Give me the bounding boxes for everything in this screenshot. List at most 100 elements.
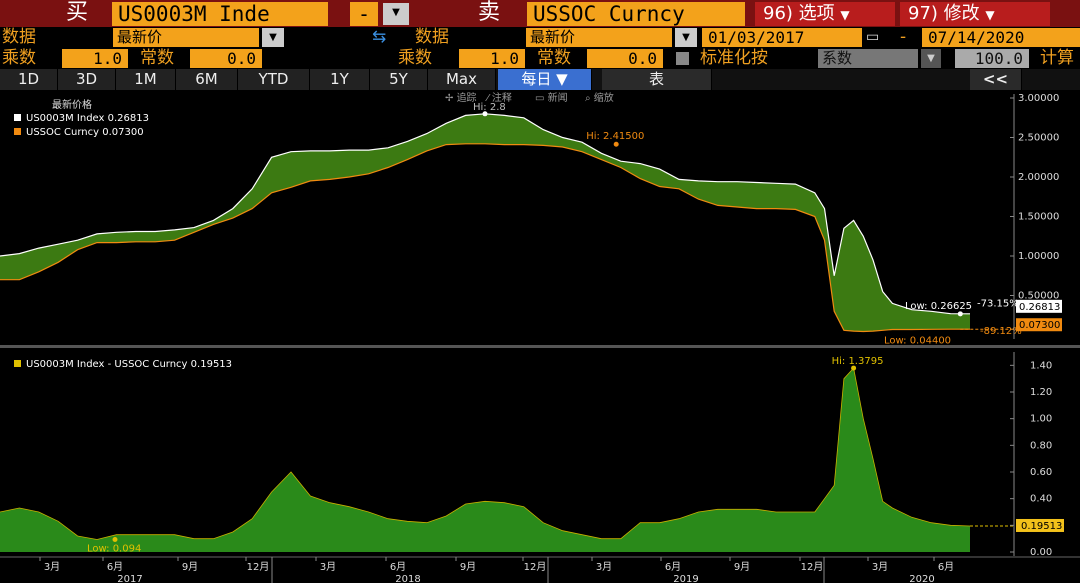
lower-tick-label: 0.80: [1030, 440, 1052, 451]
upper-tick-label: 1.50000: [1018, 212, 1059, 223]
data-dropdown-right-icon[interactable]: ▼: [675, 28, 697, 47]
x-month-label: 9月: [182, 561, 198, 573]
frequency-select[interactable]: 每日 ▼: [498, 69, 592, 90]
tab-ytd[interactable]: YTD: [238, 69, 310, 90]
lower-tick-label: 0.60: [1030, 467, 1052, 478]
x-year-label: 2017: [117, 574, 142, 583]
mult-input-right[interactable]: 1.0: [459, 49, 525, 68]
const-label-right: 常数: [537, 48, 571, 68]
x-month-label: 9月: [460, 561, 476, 573]
operator-dropdown-icon[interactable]: ▼: [383, 3, 409, 25]
low-label-orange: Low: 0.04400: [884, 336, 951, 347]
buy-ticker-input[interactable]: US0003M Inde: [112, 2, 328, 26]
news-tool[interactable]: ▭ 新闻: [535, 91, 568, 104]
normalize-label: 标准化按: [700, 48, 768, 68]
mult-label-left: 乘数: [2, 48, 36, 68]
sell-ticker-input[interactable]: USSOC Curncy: [527, 2, 745, 26]
tab-1d[interactable]: 1D: [0, 69, 58, 90]
x-month-label: 9月: [734, 561, 750, 573]
x-month-label: 3月: [320, 561, 336, 573]
hi-marker-orange: [613, 141, 619, 147]
lower-plot: Hi: 1.3795 Low: 0.094: [0, 356, 1014, 554]
normalize-dropdown-icon[interactable]: ▼: [921, 49, 941, 68]
calendar-icon[interactable]: ▭: [866, 28, 879, 47]
lower-tick-label: 1.40: [1030, 360, 1052, 371]
lower-tick-label: 1.20: [1030, 387, 1052, 398]
x-month-label: 6月: [938, 561, 954, 573]
tab-6m[interactable]: 6M: [176, 69, 238, 90]
legend-spread: US0003M Index - USSOC Curncy 0.19513: [26, 359, 232, 370]
lower-tick-label: 0.00: [1030, 547, 1052, 558]
tab-1y[interactable]: 1Y: [310, 69, 370, 90]
normalize-select[interactable]: 系数: [818, 49, 918, 68]
modify-button[interactable]: 97) 修改 ▼: [900, 2, 1050, 26]
spread-low-marker: [112, 536, 118, 542]
x-month-label: 3月: [872, 561, 888, 573]
security-header: 买 US0003M Inde - ▼ 卖 USSOC Curncy 96) 选项…: [0, 0, 1080, 27]
mult-label-right: 乘数: [398, 48, 432, 68]
pct-label-white: -73.15%: [977, 299, 1019, 310]
lower-tick-label: 0.40: [1030, 494, 1052, 505]
data-label-left: 数据: [2, 27, 36, 47]
x-month-label: 12月: [801, 561, 824, 573]
collapse-button[interactable]: <<: [970, 69, 1022, 90]
lower-y-axis: 1.401.201.000.800.600.400.200.000.19513: [1010, 352, 1064, 558]
upper-tick-label: 2.50000: [1018, 133, 1059, 144]
panel-divider[interactable]: [0, 345, 1080, 348]
upper-tick-label: 2.00000: [1018, 172, 1059, 183]
mult-input-left[interactable]: 1.0: [62, 49, 128, 68]
tab-3d[interactable]: 3D: [58, 69, 116, 90]
start-date-input[interactable]: 01/03/2017: [702, 28, 862, 47]
data-label-right: 数据: [415, 27, 449, 47]
tab-max[interactable]: Max: [428, 69, 496, 90]
x-month-label: 6月: [665, 561, 681, 573]
tab-5y[interactable]: 5Y: [370, 69, 428, 90]
last-marker-white: [957, 311, 963, 317]
range-tabs: 1D 3D 1M 6M YTD 1Y 5Y Max 每日 ▼ 表 <<: [0, 69, 1080, 90]
chart-area[interactable]: ✢ 追踪 ⁄ 注释 ▭ 新闻 ⌕ 缩放 最新价格 US0003M Index 0…: [0, 90, 1080, 583]
hi-label-orange: Hi: 2.41500: [586, 131, 644, 142]
spread-area: [0, 368, 970, 552]
x-month-label: 3月: [44, 561, 60, 573]
modify-button-label: 97) 修改: [908, 3, 980, 24]
calc-label: 计算: [1040, 48, 1074, 68]
lower-tick-label: 1.00: [1030, 414, 1052, 425]
spread-hi-label: Hi: 1.3795: [832, 356, 884, 367]
x-year-label: 2019: [673, 574, 698, 583]
zoom-tool[interactable]: ⌕ 缩放: [585, 91, 614, 104]
x-month-label: 3月: [596, 561, 612, 573]
swap-icon[interactable]: ⇆: [372, 27, 386, 47]
normalize-number-input[interactable]: 100.0: [955, 49, 1029, 68]
operator-select[interactable]: -: [350, 2, 378, 26]
spread-band: [0, 113, 970, 332]
buy-label: 买: [66, 0, 89, 25]
x-month-label: 12月: [247, 561, 270, 573]
legend-swatch-us0003m: [14, 114, 21, 121]
last-value-orange: 0.07300: [1019, 320, 1060, 331]
multiplier-row: 乘数 1.0 常数 0.0 乘数 1.0 常数 0.0 标准化按 系数 ▼ 10…: [0, 48, 1080, 69]
const-input-left[interactable]: 0.0: [190, 49, 262, 68]
legend-swatch-ussoc: [14, 128, 21, 135]
legend-ussoc: USSOC Curncy 0.07300: [26, 127, 144, 138]
data-row: 数据 最新价 ▼ ⇆ 数据 最新价 ▼ 01/03/2017 ▭ - 07/14…: [0, 27, 1080, 48]
last-value-white: 0.26813: [1019, 302, 1060, 313]
data-field-left[interactable]: 最新价: [113, 28, 259, 47]
x-month-label: 12月: [524, 561, 547, 573]
end-date-input[interactable]: 07/14/2020: [922, 28, 1080, 47]
const-label-left: 常数: [140, 48, 174, 68]
data-dropdown-left-icon[interactable]: ▼: [262, 28, 284, 47]
legend-us0003m: US0003M Index 0.26813: [26, 113, 149, 124]
track-tool[interactable]: ✢ 追踪: [445, 91, 477, 104]
table-button[interactable]: 表: [602, 69, 712, 90]
x-month-label: 6月: [390, 561, 406, 573]
const-input-right[interactable]: 0.0: [587, 49, 663, 68]
upper-plot: Hi: 2.8 Hi: 2.41500 Low: 0.26625 Low: 0.044…: [0, 102, 1022, 347]
normalize-checkbox[interactable]: [676, 52, 689, 65]
options-button[interactable]: 96) 选项 ▼: [755, 2, 895, 26]
data-field-right[interactable]: 最新价: [526, 28, 672, 47]
tab-1m[interactable]: 1M: [116, 69, 176, 90]
legend-swatch-spread: [14, 360, 21, 367]
upper-chart-title: 最新价格: [52, 98, 92, 111]
low-label-white: Low: 0.26625: [905, 301, 972, 312]
spread-last-value: 0.19513: [1021, 521, 1062, 532]
